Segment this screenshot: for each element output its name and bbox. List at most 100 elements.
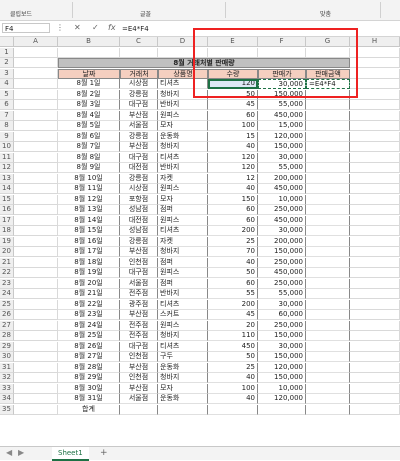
table-cell[interactable]: 티셔츠 <box>158 79 208 89</box>
cell[interactable] <box>350 341 400 352</box>
cell[interactable] <box>14 58 58 68</box>
row-header[interactable]: 17 <box>0 215 14 226</box>
row-header[interactable]: 19 <box>0 236 14 247</box>
table-cell[interactable] <box>306 247 350 257</box>
table-cell[interactable]: 티셔츠 <box>158 152 208 163</box>
table-cell[interactable]: 10,000 <box>258 194 306 205</box>
table-cell[interactable]: 120 <box>208 163 258 173</box>
table-cell[interactable] <box>120 404 158 415</box>
select-all-corner[interactable] <box>0 37 14 47</box>
table-cell[interactable] <box>306 194 350 205</box>
table-cell[interactable]: 200 <box>208 299 258 310</box>
table-cell[interactable]: 원피스 <box>158 215 208 226</box>
table-cell[interactable]: 운동화 <box>158 394 208 404</box>
cell[interactable] <box>14 341 58 352</box>
table-cell[interactable]: 반바지 <box>158 163 208 173</box>
table-cell[interactable]: 운동화 <box>158 362 208 373</box>
table-cell[interactable]: 자켓 <box>158 236 208 247</box>
table-cell[interactable]: 150,000 <box>258 352 306 362</box>
cell[interactable] <box>14 205 58 215</box>
cell[interactable] <box>350 394 400 404</box>
cell[interactable] <box>14 310 58 320</box>
cell[interactable] <box>14 257 58 268</box>
table-cell[interactable]: 강릉점 <box>120 131 158 142</box>
cell[interactable] <box>14 362 58 373</box>
table-cell[interactable] <box>158 404 208 415</box>
table-cell[interactable] <box>306 184 350 194</box>
cell[interactable] <box>350 352 400 362</box>
table-cell[interactable]: 인천점 <box>120 352 158 362</box>
cell[interactable] <box>14 289 58 299</box>
table-cell[interactable]: 8월 7일 <box>58 142 120 152</box>
column-header-b[interactable]: B <box>58 37 120 47</box>
table-cell[interactable]: 120,000 <box>258 394 306 404</box>
table-cell[interactable]: 200,000 <box>258 236 306 247</box>
table-cell[interactable] <box>306 341 350 352</box>
row-header[interactable]: 27 <box>0 320 14 331</box>
table-cell[interactable]: 모자 <box>158 383 208 394</box>
cell[interactable] <box>350 257 400 268</box>
cell[interactable] <box>350 373 400 383</box>
row-header[interactable]: 33 <box>0 383 14 394</box>
table-cell[interactable]: 시상점 <box>120 79 158 89</box>
cell[interactable] <box>14 152 58 163</box>
table-cell[interactable]: 25 <box>208 236 258 247</box>
table-cell[interactable]: 8월 1일 <box>58 79 120 89</box>
cell[interactable] <box>14 184 58 194</box>
cell[interactable] <box>14 194 58 205</box>
table-cell[interactable]: 30,000 <box>258 79 306 89</box>
row-header[interactable]: 11 <box>0 152 14 163</box>
cell[interactable] <box>58 47 120 58</box>
table-cell[interactable]: 30,000 <box>258 341 306 352</box>
table-cell[interactable]: 8월 27일 <box>58 352 120 362</box>
row-header[interactable]: 14 <box>0 184 14 194</box>
cell[interactable] <box>14 89 58 100</box>
cell[interactable] <box>14 331 58 341</box>
table-cell[interactable]: 30,000 <box>258 152 306 163</box>
table-cell[interactable]: 인천점 <box>120 257 158 268</box>
table-cell[interactable] <box>350 404 400 415</box>
table-cell[interactable] <box>208 404 258 415</box>
cell[interactable] <box>350 47 400 58</box>
table-cell[interactable] <box>306 320 350 331</box>
cell[interactable] <box>14 299 58 310</box>
table-cell[interactable]: 8월 5일 <box>58 121 120 131</box>
table-cell[interactable]: 8월 10일 <box>58 173 120 184</box>
table-cell[interactable]: 55 <box>208 289 258 299</box>
cell[interactable] <box>14 100 58 110</box>
table-cell[interactable]: 40 <box>208 394 258 404</box>
table-cell[interactable] <box>306 362 350 373</box>
table-cell[interactable]: 8월 8일 <box>58 152 120 163</box>
table-cell[interactable]: 서울점 <box>120 121 158 131</box>
table-cell[interactable] <box>306 268 350 278</box>
table-cell[interactable]: 부산점 <box>120 310 158 320</box>
cell[interactable] <box>306 47 350 58</box>
table-cell[interactable] <box>306 121 350 131</box>
row-header[interactable]: 20 <box>0 247 14 257</box>
table-cell[interactable]: 8월 21일 <box>58 289 120 299</box>
row-header[interactable]: 5 <box>0 89 14 100</box>
table-cell[interactable]: 점퍼 <box>158 205 208 215</box>
table-cell[interactable]: 전주점 <box>120 289 158 299</box>
cell[interactable] <box>350 362 400 373</box>
row-header[interactable]: 18 <box>0 226 14 236</box>
table-cell[interactable]: 성남점 <box>120 226 158 236</box>
table-cell[interactable]: 8월 20일 <box>58 278 120 289</box>
table-cell[interactable]: 청바지 <box>158 89 208 100</box>
table-cell[interactable]: 120 <box>208 79 258 89</box>
table-cell[interactable]: 인천점 <box>120 373 158 383</box>
table-cell[interactable]: 450,000 <box>258 184 306 194</box>
table-cell[interactable]: 부산점 <box>120 362 158 373</box>
table-cell[interactable] <box>14 404 58 415</box>
table-cell[interactable]: 50 <box>208 352 258 362</box>
table-cell[interactable] <box>306 404 350 415</box>
table-cell[interactable]: 30,000 <box>258 226 306 236</box>
row-header[interactable]: 12 <box>0 163 14 173</box>
table-cell[interactable] <box>306 310 350 320</box>
row-header[interactable]: 2 <box>0 58 14 68</box>
table-cell[interactable]: 8월 12일 <box>58 194 120 205</box>
table-cell[interactable]: 부산점 <box>120 247 158 257</box>
table-cell[interactable]: 50 <box>208 89 258 100</box>
row-header[interactable]: 7 <box>0 110 14 121</box>
table-cell[interactable]: 8월 31일 <box>58 394 120 404</box>
